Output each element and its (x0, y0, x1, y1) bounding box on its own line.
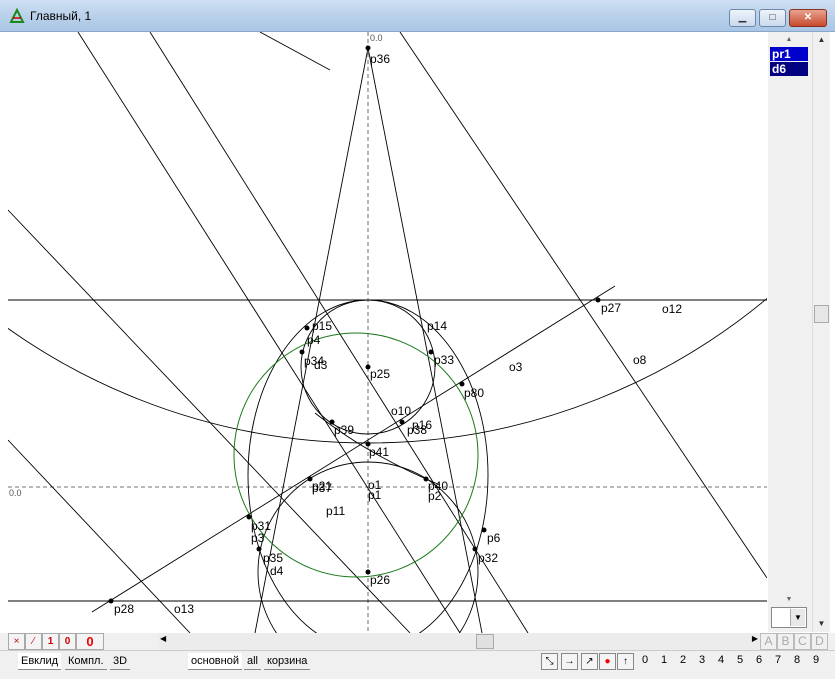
digit-1[interactable]: 1 (661, 654, 667, 666)
arrow-up-tool-icon[interactable]: ↑ (617, 653, 634, 670)
horizontal-scrollbar[interactable]: ◀ ▶ (158, 633, 760, 650)
scroll-up-icon[interactable]: ▲ (813, 32, 830, 48)
digit-6[interactable]: 6 (756, 654, 762, 666)
axis-zero-label-top: 0.0 (370, 33, 383, 43)
point-label-p4: p4 (307, 333, 321, 347)
title-bar: Главный, 1 ▁ □ ✕ (0, 0, 835, 32)
close-button[interactable]: ✕ (789, 9, 827, 27)
drawing-canvas[interactable]: 0.0 0.0 p36 p15 p4 p14 p34 d3 p25 p33 p8… (8, 32, 767, 633)
tab-korzina[interactable]: корзина (264, 653, 311, 670)
bottom-toolbar: × ⁄ 1 0 0 ◀ ▶ A B C D (0, 633, 835, 650)
delete-button[interactable]: × (8, 633, 25, 650)
point-label-p41: p41 (369, 445, 389, 459)
point-label-p33: p33 (434, 353, 454, 367)
vertical-scrollbar[interactable]: ▲ ▼ (812, 32, 830, 632)
point-label-p36: p36 (370, 52, 390, 66)
line-tool-button[interactable]: ⁄ (25, 633, 42, 650)
point-label-p6: p6 (487, 531, 501, 545)
letter-button-b[interactable]: B (777, 633, 794, 650)
minimize-button[interactable]: ▁ (729, 9, 756, 27)
maximize-button[interactable]: □ (759, 9, 786, 27)
point-label-p26: p26 (370, 573, 390, 587)
point-label-p11: p11 (326, 504, 345, 518)
point-label-p38: p38 (407, 423, 427, 437)
point-label-p28: p28 (114, 602, 134, 616)
point-label-o13: o13 (174, 602, 194, 616)
layer-item-pr1[interactable]: pr1 (770, 47, 808, 61)
point-label-d4: d4 (270, 564, 284, 578)
digit-3[interactable]: 3 (699, 654, 705, 666)
letter-button-c[interactable]: C (794, 633, 811, 650)
point-label-p25: p25 (370, 367, 390, 381)
layer-down-arrow-icon[interactable]: ▼ (770, 595, 808, 605)
layer-combo[interactable]: ▼ (771, 607, 807, 628)
node-tool-icon[interactable]: ⤡ (541, 653, 558, 670)
point-label-p1: p1 (368, 488, 382, 502)
digit-2[interactable]: 2 (680, 654, 686, 666)
digit-8[interactable]: 8 (794, 654, 800, 666)
point-label-d3: d3 (314, 358, 328, 372)
chevron-down-icon[interactable]: ▼ (790, 609, 805, 626)
tab-osnovnoy[interactable]: основной (188, 653, 242, 670)
digit-7[interactable]: 7 (775, 654, 781, 666)
point-label-p32: p32 (478, 551, 498, 565)
vertical-scroll-thumb[interactable] (814, 305, 829, 323)
point-label-p39: p39 (334, 423, 354, 437)
point-label-o10: o10 (391, 404, 411, 418)
digit-4[interactable]: 4 (718, 654, 724, 666)
horizontal-scroll-thumb[interactable] (476, 634, 494, 649)
point-label-p27: p27 (601, 301, 621, 315)
one-button[interactable]: 1 (42, 633, 59, 650)
tab-kompl[interactable]: Компл. (65, 653, 107, 670)
record-icon[interactable]: ● (599, 653, 616, 670)
digit-5[interactable]: 5 (737, 654, 743, 666)
point-label-o8: o8 (633, 353, 647, 367)
tab-3d[interactable]: 3D (110, 653, 131, 670)
status-bar: Евклид Компл. 3D основной all корзина ⤡ … (0, 650, 835, 679)
letter-button-d[interactable]: D (811, 633, 828, 650)
tab-evklid[interactable]: Евклид (18, 653, 62, 670)
letter-button-a[interactable]: A (760, 633, 777, 650)
counter-display: 0 (76, 633, 104, 650)
point-label-p15: p15 (312, 319, 332, 333)
digit-9[interactable]: 9 (813, 654, 819, 666)
point-label-o3: o3 (509, 360, 523, 374)
tab-all[interactable]: all (244, 653, 262, 670)
window-title: Главный, 1 (30, 9, 92, 23)
diagonal-arrow-tool-icon[interactable]: ↗ (581, 653, 598, 670)
layer-panel: ▲ pr1 d6 ▼ (768, 32, 812, 632)
scroll-down-icon[interactable]: ▼ (813, 616, 830, 632)
axis-zero-label-left: 0.0 (9, 488, 22, 498)
geometry-drawing[interactable]: 0.0 0.0 p36 p15 p4 p14 p34 d3 p25 p33 p8… (8, 32, 767, 633)
point-label-o12: o12 (662, 302, 682, 316)
layer-item-d6[interactable]: d6 (770, 62, 808, 76)
layer-up-arrow-icon[interactable]: ▲ (770, 35, 808, 45)
point-label-p80: p80 (464, 386, 484, 400)
point-label-p21: p21 (312, 479, 332, 493)
point-label-p3: p3 (251, 531, 265, 545)
app-icon (9, 8, 25, 23)
digit-0[interactable]: 0 (642, 654, 648, 666)
point-label-p2: p2 (428, 489, 442, 503)
scroll-left-icon[interactable]: ◀ (160, 634, 166, 643)
point-label-p14: p14 (427, 319, 447, 333)
point-label-p35: p35 (263, 551, 283, 565)
arrow-right-tool-icon[interactable]: → (561, 653, 578, 670)
zero-button[interactable]: 0 (59, 633, 76, 650)
scroll-right-icon[interactable]: ▶ (752, 634, 758, 643)
